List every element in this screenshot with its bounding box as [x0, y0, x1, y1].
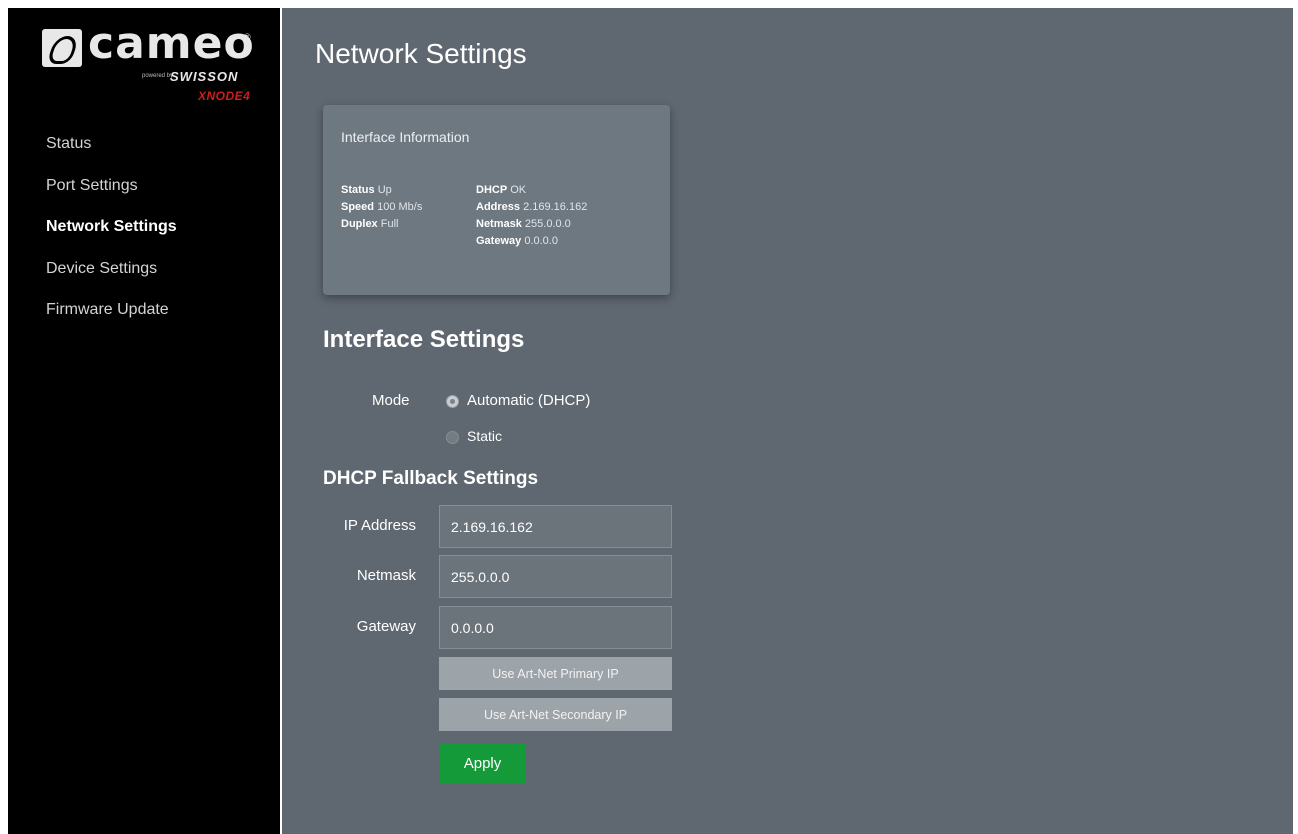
interface-information-card: Interface Information Status Up Speed 10…: [323, 105, 670, 295]
cameo-logo: cameo ® powered by SWISSON XNODE4: [42, 18, 258, 108]
info-gateway-row: Gateway 0.0.0.0: [476, 233, 587, 250]
mode-dhcp-label[interactable]: Automatic (DHCP): [467, 392, 590, 409]
sidebar-item-device-settings[interactable]: Device Settings: [46, 251, 177, 293]
info-address-row: Address 2.169.16.162: [476, 199, 587, 216]
sidebar-item-port-settings[interactable]: Port Settings: [46, 168, 177, 210]
info-address-value: 2.169.16.162: [523, 201, 588, 213]
info-netmask-row: Netmask 255.0.0.0: [476, 216, 587, 233]
info-netmask-label: Netmask: [476, 218, 522, 230]
gateway-label: Gateway: [356, 618, 416, 635]
apply-button[interactable]: Apply: [439, 743, 526, 783]
netmask-label: Netmask: [356, 567, 416, 584]
mode-static-radio[interactable]: [446, 431, 459, 444]
sidebar-item-firmware-update[interactable]: Firmware Update: [46, 292, 177, 334]
info-netmask-value: 255.0.0.0: [524, 218, 571, 230]
mode-label: Mode: [372, 392, 410, 409]
interface-link-info: Status Up Speed 100 Mb/s Duplex Full: [341, 182, 422, 233]
interface-ip-info: DHCP OK Address 2.169.16.162 Netmask 255…: [476, 182, 587, 250]
logo-powered-by: powered by: [142, 73, 174, 79]
info-duplex-label: Duplex: [341, 218, 378, 230]
interface-information-title: Interface Information: [341, 129, 470, 145]
interface-settings-title: Interface Settings: [323, 326, 525, 353]
info-gateway-label: Gateway: [476, 235, 522, 247]
info-address-label: Address: [476, 201, 521, 213]
ip-address-label: IP Address: [343, 517, 416, 534]
info-dhcp-row: DHCP OK: [476, 182, 587, 199]
cameo-logo-icon: [42, 29, 82, 67]
main-content: Network Settings Interface Information S…: [282, 8, 1293, 834]
info-status-value: Up: [377, 184, 392, 196]
sidebar: cameo ® powered by SWISSON XNODE4 Status…: [8, 8, 280, 834]
netmask-input[interactable]: [439, 555, 672, 598]
logo-partner: SWISSON: [170, 69, 239, 84]
logo-brand-name: cameo: [88, 18, 255, 69]
info-gateway-value: 0.0.0.0: [524, 235, 558, 247]
info-dhcp-value: OK: [510, 184, 527, 196]
sidebar-item-status[interactable]: Status: [46, 126, 177, 168]
info-speed-value: 100 Mb/s: [377, 201, 423, 213]
use-artnet-secondary-ip-button[interactable]: Use Art-Net Secondary IP: [439, 698, 672, 731]
page-title: Network Settings: [315, 38, 527, 69]
info-duplex-value: Full: [380, 218, 399, 230]
info-duplex-row: Duplex Full: [341, 216, 422, 233]
ip-address-input[interactable]: [439, 505, 672, 548]
sidebar-nav: Status Port Settings Network Settings De…: [46, 126, 177, 334]
info-status-row: Status Up: [341, 182, 422, 199]
logo-model: XNODE4: [198, 89, 251, 103]
sidebar-item-network-settings[interactable]: Network Settings: [46, 209, 177, 251]
mode-dhcp-radio[interactable]: [446, 395, 459, 408]
use-artnet-primary-ip-button[interactable]: Use Art-Net Primary IP: [439, 657, 672, 690]
gateway-input[interactable]: [439, 606, 672, 649]
mode-static-label[interactable]: Static: [467, 428, 502, 444]
logo-registered-mark: ®: [244, 32, 251, 42]
app-frame: cameo ® powered by SWISSON XNODE4 Status…: [8, 8, 1293, 834]
info-speed-row: Speed 100 Mb/s: [341, 199, 422, 216]
dhcp-fallback-title: DHCP Fallback Settings: [323, 468, 539, 489]
info-dhcp-label: DHCP: [476, 184, 508, 196]
info-status-label: Status: [341, 184, 375, 196]
info-speed-label: Speed: [341, 201, 375, 213]
